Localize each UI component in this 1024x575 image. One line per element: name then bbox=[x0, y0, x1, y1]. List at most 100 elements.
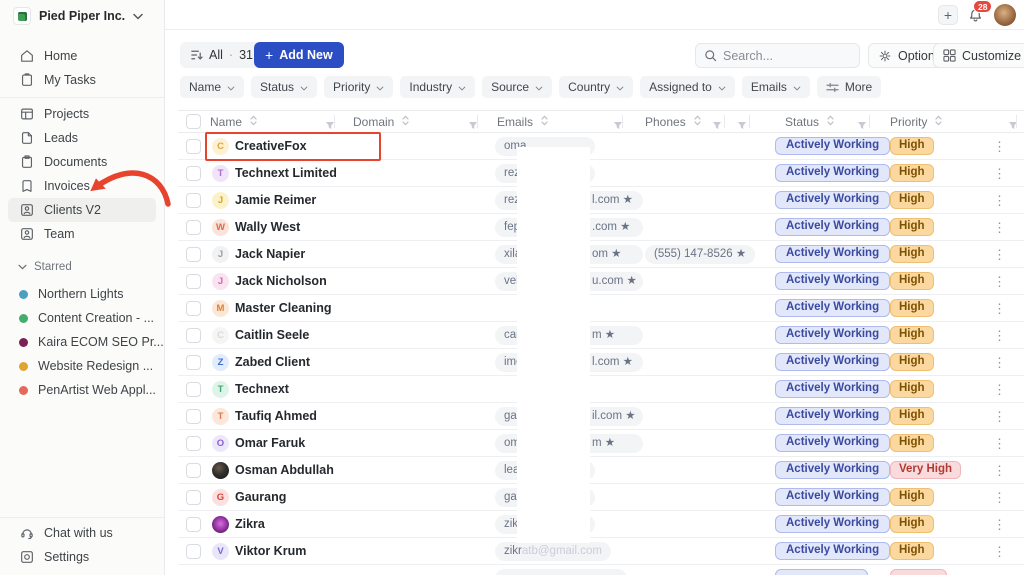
status-badge[interactable]: Actively Working bbox=[775, 380, 891, 398]
row-menu-icon[interactable]: ⋮ bbox=[993, 349, 1006, 376]
column-header-phones[interactable]: Phones bbox=[645, 110, 701, 133]
row-checkbox[interactable] bbox=[186, 328, 201, 343]
column-header-emails[interactable]: Emails bbox=[497, 110, 548, 133]
priority-badge[interactable]: High bbox=[890, 218, 934, 236]
client-name[interactable]: Technext Limited bbox=[235, 160, 337, 187]
starred-item-website-redesign[interactable]: Website Redesign ... bbox=[0, 354, 164, 378]
priority-badge[interactable]: High bbox=[890, 407, 934, 425]
row-menu-icon[interactable]: ⋮ bbox=[993, 538, 1006, 565]
client-name[interactable]: Osman Abdullah bbox=[235, 457, 334, 484]
priority-badge[interactable]: High bbox=[890, 353, 934, 371]
row-checkbox[interactable] bbox=[186, 382, 201, 397]
status-badge[interactable]: Actively Working bbox=[775, 407, 891, 425]
filter-chip-priority[interactable]: Priority bbox=[324, 76, 394, 98]
priority-badge[interactable]: High bbox=[890, 164, 934, 182]
status-badge[interactable]: Actively Working bbox=[775, 434, 891, 452]
priority-badge[interactable]: High bbox=[890, 515, 934, 533]
priority-badge[interactable]: Very High bbox=[890, 461, 962, 479]
sort-icon[interactable] bbox=[250, 115, 257, 129]
client-name[interactable]: Caitlin Seele bbox=[235, 322, 309, 349]
row-menu-icon[interactable]: ⋮ bbox=[993, 484, 1006, 511]
priority-badge[interactable]: High bbox=[890, 380, 934, 398]
client-name[interactable]: Jamie Reimer bbox=[235, 187, 316, 214]
priority-badge[interactable]: High bbox=[890, 299, 934, 317]
customize-button[interactable]: Customize bbox=[933, 43, 1024, 68]
sort-icon[interactable] bbox=[402, 115, 409, 129]
priority-badge[interactable]: High bbox=[890, 191, 934, 209]
client-name[interactable]: Master Cleaning bbox=[235, 295, 332, 322]
status-badge[interactable]: Actively Working bbox=[775, 488, 891, 506]
status-badge[interactable]: Actively Working bbox=[775, 245, 891, 263]
client-name[interactable]: Taufiq Ahmed bbox=[235, 403, 317, 430]
row-checkbox[interactable] bbox=[186, 139, 201, 154]
client-name[interactable]: Zikra bbox=[235, 511, 265, 538]
starred-item-northern-lights[interactable]: Northern Lights bbox=[0, 282, 164, 306]
client-name[interactable]: Jack Napier bbox=[235, 241, 305, 268]
filter-chip-name[interactable]: Name bbox=[180, 76, 245, 98]
client-name[interactable]: Technext bbox=[235, 376, 289, 403]
status-badge[interactable]: Actively Working bbox=[775, 353, 891, 371]
status-badge[interactable]: Actively Working bbox=[775, 542, 891, 560]
priority-badge[interactable]: High bbox=[890, 245, 934, 263]
row-checkbox[interactable] bbox=[186, 274, 201, 289]
client-name[interactable]: Jack Nicholson bbox=[235, 268, 327, 295]
sidebar-item-settings[interactable]: Settings bbox=[8, 545, 156, 569]
row-menu-icon[interactable]: ⋮ bbox=[993, 376, 1006, 403]
sidebar-item-chat-with-us[interactable]: Chat with us bbox=[8, 521, 156, 545]
priority-badge[interactable]: High bbox=[890, 137, 934, 155]
row-menu-icon[interactable]: ⋮ bbox=[993, 214, 1006, 241]
notifications-bell-icon[interactable]: 28 bbox=[968, 0, 993, 28]
user-avatar[interactable] bbox=[994, 4, 1016, 26]
status-badge[interactable]: Actively Working bbox=[775, 137, 891, 155]
search-box[interactable] bbox=[695, 43, 860, 68]
priority-badge[interactable]: High bbox=[890, 434, 934, 452]
filter-chip-emails[interactable]: Emails bbox=[741, 76, 810, 98]
create-new-button[interactable]: + bbox=[938, 5, 958, 25]
row-checkbox[interactable] bbox=[186, 301, 201, 316]
row-menu-icon[interactable]: ⋮ bbox=[993, 187, 1006, 214]
status-badge[interactable]: Actively Working bbox=[775, 272, 891, 290]
row-menu-icon[interactable]: ⋮ bbox=[993, 403, 1006, 430]
view-selector-button[interactable]: All · 31 bbox=[180, 42, 263, 68]
row-checkbox[interactable] bbox=[186, 247, 201, 262]
row-checkbox[interactable] bbox=[186, 355, 201, 370]
client-name[interactable]: Gaurang bbox=[235, 484, 286, 511]
sort-icon[interactable] bbox=[935, 115, 942, 129]
row-checkbox[interactable] bbox=[186, 436, 201, 451]
row-checkbox[interactable] bbox=[186, 220, 201, 235]
filter-chip-assigned-to[interactable]: Assigned to bbox=[640, 76, 735, 98]
row-menu-icon[interactable]: ⋮ bbox=[993, 160, 1006, 187]
row-checkbox[interactable] bbox=[186, 166, 201, 181]
starred-item-kaira-ecom-seo-pr[interactable]: Kaira ECOM SEO Pr... bbox=[0, 330, 164, 354]
sort-icon[interactable] bbox=[694, 115, 701, 129]
sort-icon[interactable] bbox=[827, 115, 834, 129]
status-badge[interactable]: Actively Working bbox=[775, 461, 891, 479]
client-name[interactable]: Omar Faruk bbox=[235, 430, 305, 457]
client-name[interactable]: Zabed Client bbox=[235, 349, 310, 376]
row-checkbox[interactable] bbox=[186, 490, 201, 505]
row-checkbox[interactable] bbox=[186, 193, 201, 208]
status-badge[interactable]: Actively Working bbox=[775, 515, 891, 533]
row-menu-icon[interactable]: ⋮ bbox=[993, 295, 1006, 322]
column-header-name[interactable]: Name bbox=[210, 110, 257, 133]
search-input[interactable] bbox=[723, 48, 851, 63]
filter-chip-source[interactable]: Source bbox=[482, 76, 553, 98]
status-badge[interactable]: Actively Working bbox=[775, 164, 891, 182]
row-checkbox[interactable] bbox=[186, 463, 201, 478]
column-header-domain[interactable]: Domain bbox=[353, 110, 409, 133]
row-menu-icon[interactable]: ⋮ bbox=[993, 241, 1006, 268]
column-header-priority[interactable]: Priority bbox=[890, 110, 942, 133]
add-new-button[interactable]: + Add New bbox=[254, 42, 344, 68]
status-badge[interactable]: Actively Working bbox=[775, 326, 891, 344]
row-checkbox[interactable] bbox=[186, 544, 201, 559]
sidebar-item-projects[interactable]: Projects bbox=[8, 102, 156, 126]
client-name[interactable]: Wally West bbox=[235, 214, 300, 241]
filter-chip-industry[interactable]: Industry bbox=[400, 76, 476, 98]
workspace-switcher[interactable]: Pied Piper Inc. bbox=[13, 7, 143, 25]
more-filters-button[interactable]: More bbox=[816, 76, 882, 98]
starred-item-penartist-web-appl[interactable]: PenArtist Web Appl... bbox=[0, 378, 164, 402]
priority-badge[interactable]: High bbox=[890, 326, 934, 344]
row-menu-icon[interactable]: ⋮ bbox=[993, 457, 1006, 484]
starred-item-content-creation[interactable]: Content Creation - ... bbox=[0, 306, 164, 330]
client-name[interactable]: Viktor Krum bbox=[235, 538, 306, 565]
